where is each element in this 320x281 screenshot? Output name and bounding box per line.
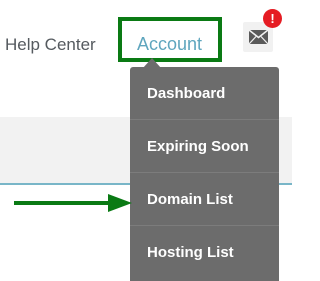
account-link[interactable]: Account <box>137 34 202 55</box>
arrow-right-icon <box>14 194 132 212</box>
menu-item-expiring-soon[interactable]: Expiring Soon <box>130 120 279 173</box>
menu-item-hosting-list[interactable]: Hosting List <box>130 226 279 279</box>
help-center-link[interactable]: Help Center <box>5 35 96 55</box>
menu-item-domain-list[interactable]: Domain List <box>130 173 279 226</box>
account-dropdown-menu: Dashboard Expiring Soon Domain List Host… <box>130 67 279 281</box>
notification-badge: ! <box>263 9 282 28</box>
menu-item-dashboard[interactable]: Dashboard <box>130 67 279 120</box>
mail-icon <box>249 30 268 44</box>
